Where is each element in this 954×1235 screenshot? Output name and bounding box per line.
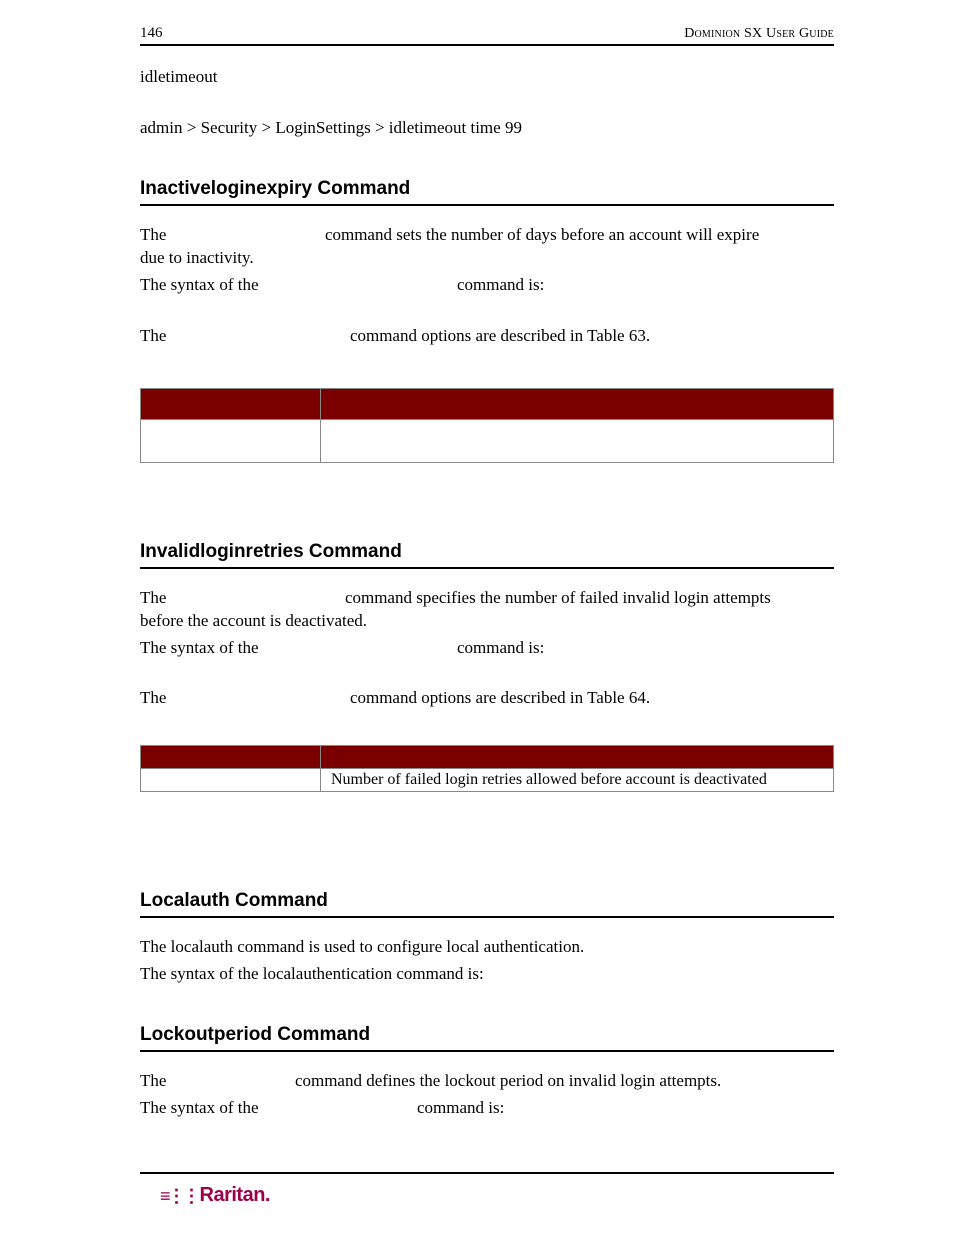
text: command is:	[417, 1098, 504, 1117]
logo-icon: ≡⋮⋮	[160, 1186, 198, 1206]
text: due to inactivity.	[140, 248, 254, 267]
table-header	[141, 746, 321, 769]
page: 146 Dominion SX User Guide idletimeout a…	[0, 0, 954, 1235]
brand-name: Raritan.	[200, 1184, 270, 1206]
text: The syntax of the	[140, 1098, 259, 1117]
heading-localauth: Localauth Command	[140, 890, 834, 918]
lockout-p2: The syntax of the command is:	[140, 1097, 834, 1120]
heading-lockoutperiod: Lockoutperiod Command	[140, 1024, 834, 1052]
page-header: 146 Dominion SX User Guide	[140, 25, 834, 46]
invalid-p3: The command options are described in Tab…	[140, 687, 834, 710]
invalid-p1: The command specifies the number of fail…	[140, 587, 834, 633]
invalid-p2: The syntax of the command is:	[140, 637, 834, 660]
table-cell	[141, 769, 321, 792]
table-cell	[141, 419, 321, 462]
text: command defines the lockout period on in…	[295, 1071, 721, 1090]
text: The syntax of the	[140, 638, 259, 657]
intro-line-2: admin > Security > LoginSettings > idlet…	[140, 117, 834, 140]
table-header	[141, 388, 321, 419]
text: The	[140, 688, 166, 707]
localauth-p1: The localauth command is used to configu…	[140, 936, 834, 959]
text: command options are described in Table 6…	[350, 688, 650, 707]
text: The	[140, 588, 166, 607]
text: command is:	[457, 638, 544, 657]
text: before the account is deactivated.	[140, 611, 367, 630]
text: The syntax of the	[140, 275, 259, 294]
text: The	[140, 326, 166, 345]
heading-invalidloginretries: Invalidloginretries Command	[140, 541, 834, 569]
heading-inactiveloginexpiry: Inactiveloginexpiry Command	[140, 178, 834, 206]
table-cell: Number of failed login retries allowed b…	[321, 769, 834, 792]
table-header	[321, 388, 834, 419]
inactive-p1: The command sets the number of days befo…	[140, 224, 834, 270]
inactive-p3: The command options are described in Tab…	[140, 325, 834, 348]
localauth-p2: The syntax of the localauthentication co…	[140, 963, 834, 986]
lockout-p1: The command defines the lockout period o…	[140, 1070, 834, 1093]
text: The	[140, 225, 166, 244]
inactive-p2: The syntax of the command is:	[140, 274, 834, 297]
text: command sets the number of days before a…	[325, 225, 759, 244]
table-64: Number of failed login retries allowed b…	[140, 745, 834, 792]
table-header	[321, 746, 834, 769]
page-footer: ≡⋮⋮Raritan.	[140, 1172, 834, 1207]
text: command is:	[457, 275, 544, 294]
intro-line-1: idletimeout	[140, 66, 834, 89]
text: command options are described in Table 6…	[350, 326, 650, 345]
text: The	[140, 1071, 166, 1090]
doc-title: Dominion SX User Guide	[684, 26, 834, 42]
page-number: 146	[140, 25, 163, 42]
text: command specifies the number of failed i…	[345, 588, 771, 607]
brand-logo: ≡⋮⋮Raritan.	[160, 1184, 834, 1207]
table-63	[140, 388, 834, 463]
table-cell	[321, 419, 834, 462]
